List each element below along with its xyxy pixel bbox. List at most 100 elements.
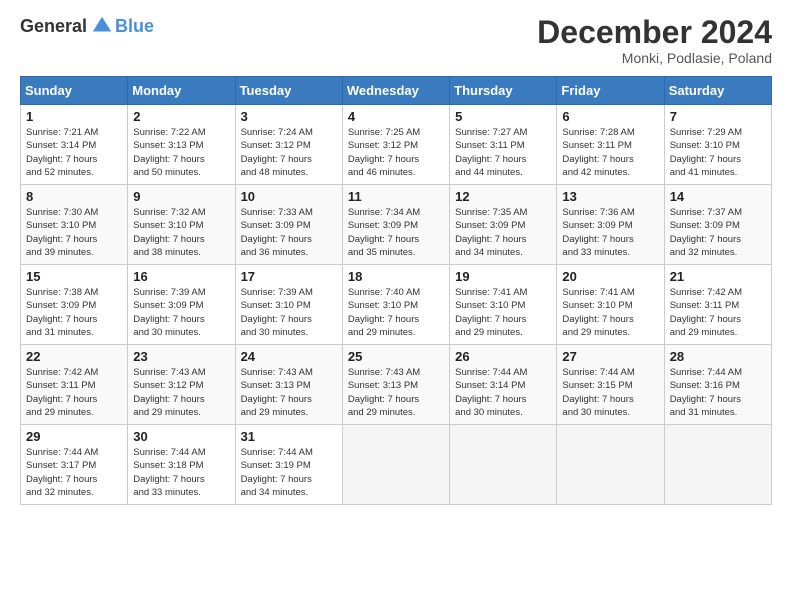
- day-number: 16: [133, 269, 229, 284]
- day-info: Sunrise: 7:44 AMSunset: 3:17 PMDaylight:…: [26, 446, 122, 499]
- weekday-header: Thursday: [450, 77, 557, 105]
- day-number: 10: [241, 189, 337, 204]
- day-number: 17: [241, 269, 337, 284]
- day-info: Sunrise: 7:44 AMSunset: 3:14 PMDaylight:…: [455, 366, 551, 419]
- day-number: 24: [241, 349, 337, 364]
- calendar-day: 4Sunrise: 7:25 AMSunset: 3:12 PMDaylight…: [342, 105, 449, 185]
- day-number: 13: [562, 189, 658, 204]
- logo-blue: Blue: [115, 16, 154, 37]
- day-info: Sunrise: 7:43 AMSunset: 3:13 PMDaylight:…: [348, 366, 444, 419]
- calendar-day: 9 Sunrise: 7:32 AMSunset: 3:10 PMDaylight…: [128, 185, 235, 265]
- logo: General Blue: [20, 15, 154, 37]
- calendar-day: [557, 425, 664, 505]
- calendar-week-row: 15 Sunrise: 7:38 AMSunset: 3:09 PMDayligh…: [21, 265, 772, 345]
- calendar-day: 26 Sunrise: 7:44 AMSunset: 3:14 PMDayligh…: [450, 345, 557, 425]
- header: General Blue December 2024 Monki, Podlas…: [20, 15, 772, 66]
- day-info: Sunrise: 7:41 AMSunset: 3:10 PMDaylight:…: [455, 286, 551, 339]
- day-number: 9: [133, 189, 229, 204]
- day-info: Sunrise: 7:44 AMSunset: 3:16 PMDaylight:…: [670, 366, 766, 419]
- weekday-header: Sunday: [21, 77, 128, 105]
- calendar-day: 12 Sunrise: 7:35 AMSunset: 3:09 PMDayligh…: [450, 185, 557, 265]
- day-info: Sunrise: 7:29 AMSunset: 3:10 PMDaylight:…: [670, 126, 766, 179]
- calendar-week-row: 29 Sunrise: 7:44 AMSunset: 3:17 PMDayligh…: [21, 425, 772, 505]
- calendar-day: [342, 425, 449, 505]
- calendar-day: 6Sunrise: 7:28 AMSunset: 3:11 PMDaylight…: [557, 105, 664, 185]
- calendar-day: 16 Sunrise: 7:39 AMSunset: 3:09 PMDayligh…: [128, 265, 235, 345]
- title-area: December 2024 Monki, Podlasie, Poland: [537, 15, 772, 66]
- weekday-header: Tuesday: [235, 77, 342, 105]
- day-info: Sunrise: 7:40 AMSunset: 3:10 PMDaylight:…: [348, 286, 444, 339]
- day-info: Sunrise: 7:44 AMSunset: 3:18 PMDaylight:…: [133, 446, 229, 499]
- day-number: 31: [241, 429, 337, 444]
- calendar-day: 19 Sunrise: 7:41 AMSunset: 3:10 PMDayligh…: [450, 265, 557, 345]
- day-info: Sunrise: 7:34 AMSunset: 3:09 PMDaylight:…: [348, 206, 444, 259]
- calendar-day: [664, 425, 771, 505]
- calendar-day: 29 Sunrise: 7:44 AMSunset: 3:17 PMDayligh…: [21, 425, 128, 505]
- day-info: Sunrise: 7:35 AMSunset: 3:09 PMDaylight:…: [455, 206, 551, 259]
- calendar-day: 5Sunrise: 7:27 AMSunset: 3:11 PMDaylight…: [450, 105, 557, 185]
- day-info: Sunrise: 7:39 AMSunset: 3:10 PMDaylight:…: [241, 286, 337, 339]
- calendar-day: 23 Sunrise: 7:43 AMSunset: 3:12 PMDayligh…: [128, 345, 235, 425]
- day-info: Sunrise: 7:32 AMSunset: 3:10 PMDaylight:…: [133, 206, 229, 259]
- calendar-day: 30 Sunrise: 7:44 AMSunset: 3:18 PMDayligh…: [128, 425, 235, 505]
- day-info: Sunrise: 7:38 AMSunset: 3:09 PMDaylight:…: [26, 286, 122, 339]
- calendar-day: 24 Sunrise: 7:43 AMSunset: 3:13 PMDayligh…: [235, 345, 342, 425]
- calendar-day: 27 Sunrise: 7:44 AMSunset: 3:15 PMDayligh…: [557, 345, 664, 425]
- day-number: 23: [133, 349, 229, 364]
- day-info: Sunrise: 7:44 AMSunset: 3:19 PMDaylight:…: [241, 446, 337, 499]
- calendar-day: 7 Sunrise: 7:29 AMSunset: 3:10 PMDaylight…: [664, 105, 771, 185]
- day-number: 20: [562, 269, 658, 284]
- calendar-day: 3Sunrise: 7:24 AMSunset: 3:12 PMDaylight…: [235, 105, 342, 185]
- day-number: 4: [348, 109, 444, 124]
- day-number: 30: [133, 429, 229, 444]
- calendar-week-row: 1Sunrise: 7:21 AMSunset: 3:14 PMDaylight…: [21, 105, 772, 185]
- day-info: Sunrise: 7:44 AMSunset: 3:15 PMDaylight:…: [562, 366, 658, 419]
- calendar-week-row: 8Sunrise: 7:30 AMSunset: 3:10 PMDaylight…: [21, 185, 772, 265]
- day-info: Sunrise: 7:39 AMSunset: 3:09 PMDaylight:…: [133, 286, 229, 339]
- day-number: 29: [26, 429, 122, 444]
- calendar-day: 31 Sunrise: 7:44 AMSunset: 3:19 PMDayligh…: [235, 425, 342, 505]
- calendar-day: 11 Sunrise: 7:34 AMSunset: 3:09 PMDayligh…: [342, 185, 449, 265]
- calendar-day: 18Sunrise: 7:40 AMSunset: 3:10 PMDayligh…: [342, 265, 449, 345]
- day-info: Sunrise: 7:43 AMSunset: 3:13 PMDaylight:…: [241, 366, 337, 419]
- day-number: 27: [562, 349, 658, 364]
- logo-general: General: [20, 16, 87, 37]
- calendar-table: SundayMondayTuesdayWednesdayThursdayFrid…: [20, 76, 772, 505]
- day-info: Sunrise: 7:43 AMSunset: 3:12 PMDaylight:…: [133, 366, 229, 419]
- calendar-day: 13Sunrise: 7:36 AMSunset: 3:09 PMDayligh…: [557, 185, 664, 265]
- day-info: Sunrise: 7:41 AMSunset: 3:10 PMDaylight:…: [562, 286, 658, 339]
- calendar-day: 14Sunrise: 7:37 AMSunset: 3:09 PMDayligh…: [664, 185, 771, 265]
- day-number: 8: [26, 189, 122, 204]
- day-number: 25: [348, 349, 444, 364]
- calendar-day: 22 Sunrise: 7:42 AMSunset: 3:11 PMDayligh…: [21, 345, 128, 425]
- day-info: Sunrise: 7:22 AMSunset: 3:13 PMDaylight:…: [133, 126, 229, 179]
- day-info: Sunrise: 7:21 AMSunset: 3:14 PMDaylight:…: [26, 126, 122, 179]
- calendar-day: 1Sunrise: 7:21 AMSunset: 3:14 PMDaylight…: [21, 105, 128, 185]
- weekday-header: Friday: [557, 77, 664, 105]
- calendar-day: 28 Sunrise: 7:44 AMSunset: 3:16 PMDayligh…: [664, 345, 771, 425]
- day-info: Sunrise: 7:42 AMSunset: 3:11 PMDaylight:…: [26, 366, 122, 419]
- calendar-day: 25 Sunrise: 7:43 AMSunset: 3:13 PMDayligh…: [342, 345, 449, 425]
- subtitle: Monki, Podlasie, Poland: [537, 50, 772, 66]
- day-number: 12: [455, 189, 551, 204]
- day-info: Sunrise: 7:37 AMSunset: 3:09 PMDaylight:…: [670, 206, 766, 259]
- day-number: 7: [670, 109, 766, 124]
- day-number: 2: [133, 109, 229, 124]
- day-number: 19: [455, 269, 551, 284]
- header-row: SundayMondayTuesdayWednesdayThursdayFrid…: [21, 77, 772, 105]
- calendar-day: 2 Sunrise: 7:22 AMSunset: 3:13 PMDaylight…: [128, 105, 235, 185]
- day-number: 11: [348, 189, 444, 204]
- day-info: Sunrise: 7:42 AMSunset: 3:11 PMDaylight:…: [670, 286, 766, 339]
- day-number: 21: [670, 269, 766, 284]
- day-number: 6: [562, 109, 658, 124]
- calendar-day: 8Sunrise: 7:30 AMSunset: 3:10 PMDaylight…: [21, 185, 128, 265]
- day-number: 28: [670, 349, 766, 364]
- day-number: 26: [455, 349, 551, 364]
- calendar-day: 21 Sunrise: 7:42 AMSunset: 3:11 PMDayligh…: [664, 265, 771, 345]
- calendar-container: General Blue December 2024 Monki, Podlas…: [0, 0, 792, 515]
- day-number: 5: [455, 109, 551, 124]
- calendar-day: 15 Sunrise: 7:38 AMSunset: 3:09 PMDayligh…: [21, 265, 128, 345]
- day-number: 15: [26, 269, 122, 284]
- day-number: 22: [26, 349, 122, 364]
- calendar-week-row: 22 Sunrise: 7:42 AMSunset: 3:11 PMDayligh…: [21, 345, 772, 425]
